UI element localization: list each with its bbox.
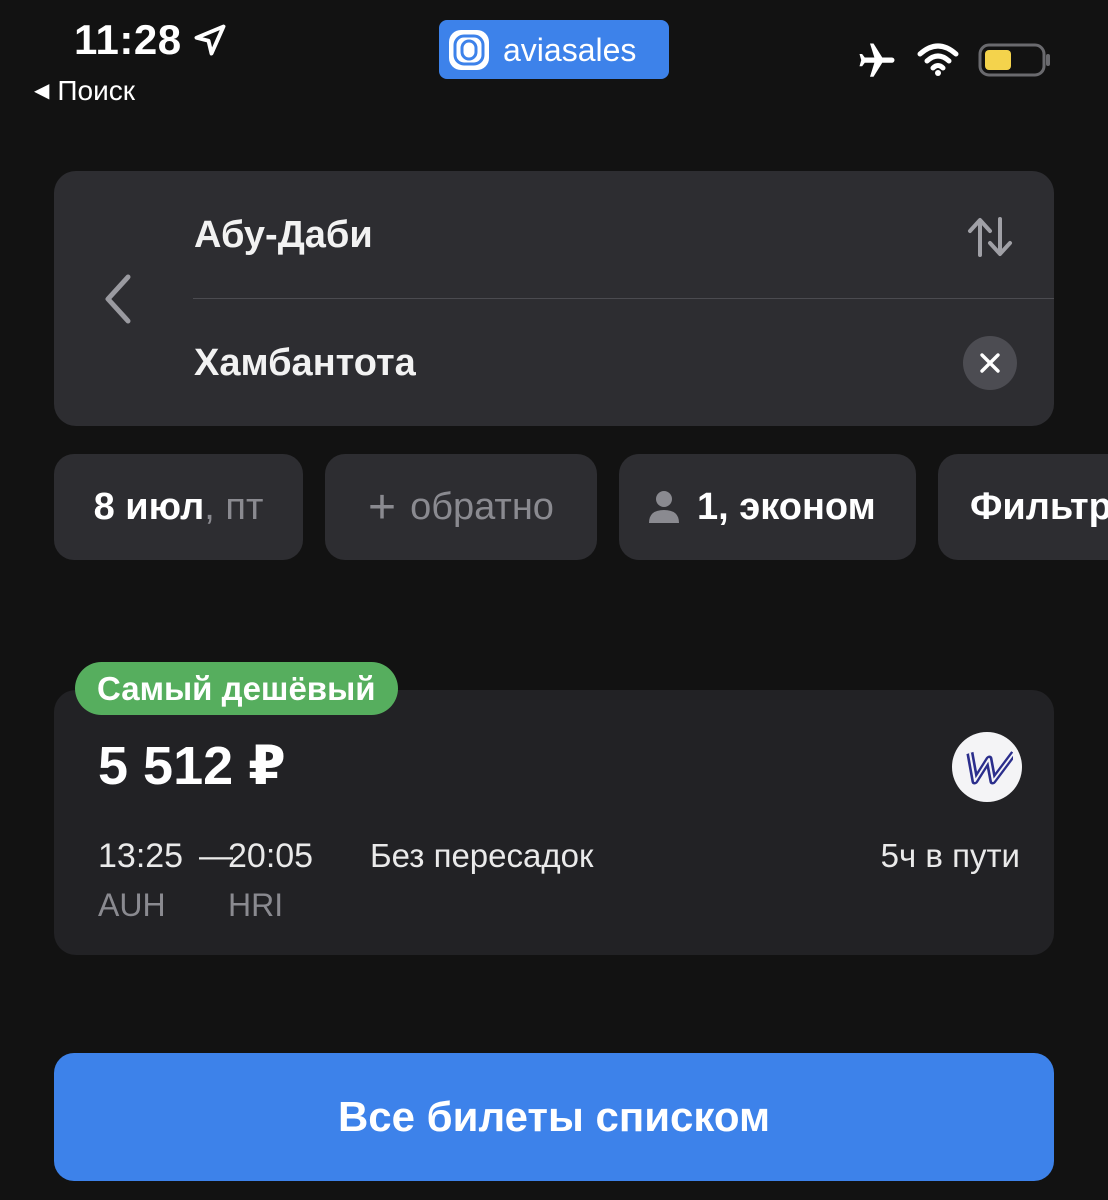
clear-destination-button[interactable] — [963, 336, 1017, 390]
wifi-icon — [917, 43, 959, 76]
cheapest-badge: Самый дешёвый — [75, 662, 398, 715]
location-arrow-icon — [194, 24, 226, 56]
flight-duration: 5ч в пути — [880, 837, 1020, 874]
passengers-class-chip[interactable]: 1, эконом — [619, 454, 916, 560]
filters-label: Фильтры — [970, 485, 1108, 528]
aviasales-logo-icon — [449, 29, 489, 70]
status-time: 11:28 — [74, 16, 182, 63]
swap-cities-icon[interactable] — [966, 215, 1014, 259]
route-divider — [193, 298, 1054, 299]
airplane-mode-icon — [859, 43, 895, 77]
back-triangle-icon: ◀ — [34, 80, 50, 102]
back-link-label: Поиск — [57, 75, 135, 106]
departure-airport-code: AUH — [98, 887, 166, 923]
ticket-card[interactable]: 5 512 ₽ 13:25 — 20:05 AUH HRI Без переса… — [54, 690, 1054, 955]
battery-icon — [978, 43, 1050, 77]
departure-time: 13:25 — [98, 837, 184, 875]
back-to-search-link[interactable]: ◀ Поиск — [34, 74, 135, 108]
chevron-left-icon[interactable] — [98, 271, 138, 327]
airline-logo — [952, 732, 1022, 802]
plus-icon: + — [368, 480, 397, 534]
app-brand-badge: aviasales — [439, 20, 669, 79]
stops-info: Без пересадок — [370, 837, 594, 874]
weekday-label: , пт — [204, 485, 264, 528]
person-icon — [649, 491, 679, 523]
airline-w-logo-icon — [966, 751, 1013, 785]
origin-field[interactable]: Абу-Даби — [194, 211, 373, 259]
add-return-chip[interactable]: + обратно — [325, 454, 597, 560]
brand-name: aviasales — [503, 31, 637, 68]
close-icon — [980, 353, 1000, 373]
date-label: 8 июл — [93, 485, 205, 528]
arrival-airport-code: HRI — [228, 887, 284, 923]
ticket-price: 5 512 ₽ — [98, 736, 286, 796]
filters-chip[interactable]: Фильтры — [938, 454, 1108, 560]
screen: 11:28 ◀ Поиск aviasales Абу-Даби Хамбант… — [0, 0, 1108, 1200]
destination-field[interactable]: Хамбантота — [194, 339, 416, 387]
passengers-label: 1, эконом — [697, 485, 876, 528]
return-label: обратно — [410, 485, 554, 528]
route-card: Абу-Даби Хамбантота — [54, 171, 1054, 426]
all-tickets-button[interactable]: Все билеты списком — [54, 1053, 1054, 1181]
arrival-time: 20:05 — [228, 837, 314, 875]
departure-date-chip[interactable]: 8 июл, пт — [54, 454, 303, 560]
